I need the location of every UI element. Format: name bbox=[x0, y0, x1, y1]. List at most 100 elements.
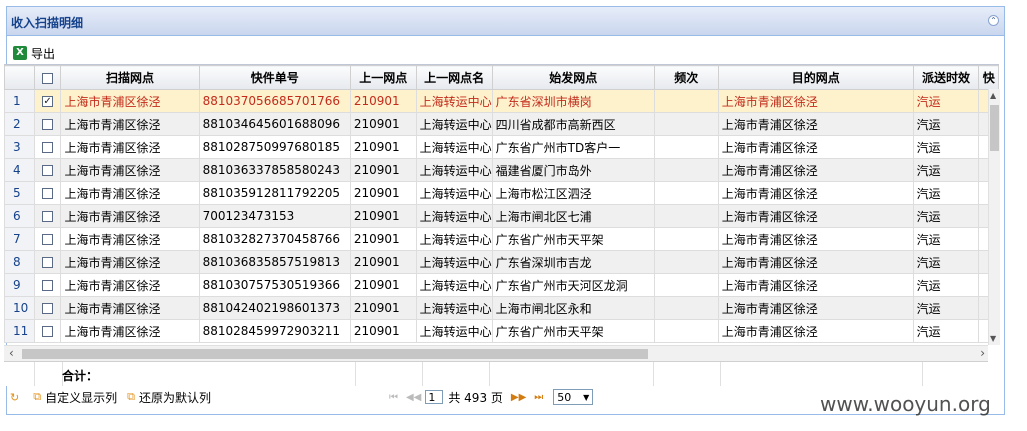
cell-prev: 210901 bbox=[349, 273, 417, 297]
custom-columns-button[interactable]: ⧉ 自定义显示列 bbox=[33, 389, 117, 406]
cell-origin: 广东省深圳市横岗 bbox=[491, 89, 655, 113]
row-checkbox[interactable] bbox=[33, 250, 62, 274]
table-row[interactable]: 7 上海市青浦区徐泾 881032827370458766 210901 上海转运中心广… bbox=[4, 227, 999, 251]
scroll-right-icon[interactable]: › bbox=[980, 346, 985, 360]
cell-prev: 210901 bbox=[349, 89, 417, 113]
vertical-scrollbar[interactable]: ▲ ▼ bbox=[988, 89, 1000, 345]
cell-time: 汽运 bbox=[912, 181, 980, 205]
last-page-icon[interactable]: ⏭ bbox=[534, 392, 543, 403]
table-row[interactable]: 8 上海市青浦区徐泾 881036835857519813 210901 上海转运中心广… bbox=[4, 250, 999, 274]
column-header[interactable]: 始发网点 bbox=[491, 65, 655, 90]
cell-waybill: 881036337858580243 bbox=[198, 158, 351, 182]
data-grid: 扫描网点 快件单号 上一网点 上一网点名 始发网点 频次 目的网点 派送时效 快… bbox=[4, 64, 999, 357]
prev-page-icon[interactable]: ◀◀ bbox=[406, 392, 421, 403]
row-checkbox[interactable]: ✓ bbox=[33, 89, 62, 113]
cell-prevname: 上海转运中心 bbox=[415, 204, 493, 228]
page-size-select[interactable]: 50 ▼ bbox=[553, 389, 594, 405]
cell-time: 汽运 bbox=[912, 112, 980, 136]
column-header[interactable]: 频次 bbox=[653, 65, 719, 90]
table-row[interactable]: 9 上海市青浦区徐泾 881030757530519366 210901 上海转运中心广… bbox=[4, 273, 999, 297]
scroll-thumb[interactable] bbox=[22, 349, 648, 359]
row-checkbox[interactable] bbox=[33, 135, 62, 159]
cell-time: 汽运 bbox=[912, 296, 980, 320]
cell-waybill: 700123473153 bbox=[198, 204, 351, 228]
row-checkbox[interactable] bbox=[33, 112, 62, 136]
cell-time: 汽运 bbox=[912, 227, 980, 251]
scroll-up-icon[interactable]: ▲ bbox=[990, 91, 996, 100]
export-button[interactable]: X 导出 bbox=[13, 45, 55, 61]
cell-origin: 广东省广州市TD客户一 bbox=[491, 135, 655, 159]
restore-columns-button[interactable]: ⧉ 还原为默认列 bbox=[127, 389, 211, 406]
row-number: 6 bbox=[4, 204, 35, 228]
table-row[interactable]: 3 上海市青浦区徐泾 881028750997680185 210901 上海转运中心广… bbox=[4, 135, 999, 159]
first-page-icon[interactable]: ⏮ bbox=[389, 392, 398, 403]
row-checkbox[interactable] bbox=[33, 273, 62, 297]
cell-prevname: 上海转运中心 bbox=[415, 250, 493, 274]
cell-freq bbox=[653, 135, 719, 159]
cell-prev: 210901 bbox=[349, 158, 417, 182]
cell-prevname: 上海转运中心 bbox=[415, 319, 493, 343]
cell-dest: 上海市青浦区徐泾 bbox=[717, 227, 914, 251]
table-row[interactable]: 10 上海市青浦区徐泾 881042402198601373 210901 上海转运中心… bbox=[4, 296, 999, 320]
column-header[interactable]: 快件单号 bbox=[198, 65, 351, 90]
table-row[interactable]: 6 上海市青浦区徐泾 700123473153 210901 上海转运中心 上海市闸北区七… bbox=[4, 204, 999, 228]
cell-dest: 上海市青浦区徐泾 bbox=[717, 273, 914, 297]
scroll-left-icon[interactable]: ‹ bbox=[9, 346, 14, 360]
cell-prev: 210901 bbox=[349, 296, 417, 320]
row-checkbox[interactable] bbox=[33, 158, 62, 182]
row-number: 3 bbox=[4, 135, 35, 159]
cell-scan: 上海市青浦区徐泾 bbox=[60, 296, 200, 320]
row-checkbox[interactable] bbox=[33, 227, 62, 251]
row-checkbox[interactable] bbox=[33, 319, 62, 343]
column-header[interactable]: 扫描网点 bbox=[60, 65, 200, 90]
page-number-input[interactable] bbox=[425, 390, 444, 404]
select-all-checkbox[interactable] bbox=[33, 65, 62, 90]
cell-freq bbox=[653, 296, 719, 320]
column-header[interactable]: 目的网点 bbox=[717, 65, 914, 90]
row-checkbox[interactable] bbox=[33, 296, 62, 320]
table-row[interactable]: 4 上海市青浦区徐泾 881036337858580243 210901 上海转运中心福… bbox=[4, 158, 999, 182]
cell-freq bbox=[653, 204, 719, 228]
row-checkbox[interactable] bbox=[33, 181, 62, 205]
row-number: 8 bbox=[4, 250, 35, 274]
horizontal-scrollbar[interactable]: ‹ › bbox=[4, 345, 988, 362]
table-row[interactable]: 1 ✓ 上海市青浦区徐泾 881037056685701766 210901 上海转运中心… bbox=[4, 89, 999, 113]
cell-dest: 上海市青浦区徐泾 bbox=[717, 181, 914, 205]
cell-prevname: 上海转运中心 bbox=[415, 158, 493, 182]
column-header[interactable]: 上一网点名 bbox=[415, 65, 493, 90]
cell-prevname: 上海转运中心 bbox=[415, 135, 493, 159]
cell-freq bbox=[653, 250, 719, 274]
cell-dest: 上海市青浦区徐泾 bbox=[717, 204, 914, 228]
table-row[interactable]: 11 上海市青浦区徐泾 881028459972903211 210901 上海转运中心… bbox=[4, 319, 999, 343]
cell-time: 汽运 bbox=[912, 89, 980, 113]
cell-freq bbox=[653, 273, 719, 297]
unchecked-icon bbox=[42, 257, 54, 268]
total-label: 合计： bbox=[62, 369, 99, 383]
cell-origin: 上海市松江区泗泾 bbox=[491, 181, 655, 205]
table-row[interactable]: 5 上海市青浦区徐泾 881035912811792205 210901 上海转运中心上… bbox=[4, 181, 999, 205]
column-header[interactable]: 上一网点 bbox=[349, 65, 417, 90]
row-checkbox[interactable] bbox=[33, 204, 62, 228]
column-header[interactable]: 派送时效 bbox=[912, 65, 980, 90]
scroll-thumb[interactable] bbox=[990, 105, 999, 151]
unchecked-icon bbox=[42, 211, 54, 222]
row-number: 11 bbox=[4, 319, 35, 343]
cell-scan: 上海市青浦区徐泾 bbox=[60, 204, 200, 228]
cell-dest: 上海市青浦区徐泾 bbox=[717, 319, 914, 343]
cell-prev: 210901 bbox=[349, 112, 417, 136]
next-page-icon[interactable]: ▶▶ bbox=[511, 392, 526, 403]
table-row[interactable]: 2 上海市青浦区徐泾 881034645601688096 210901 上海转运中心四… bbox=[4, 112, 999, 136]
scroll-down-icon[interactable]: ▼ bbox=[990, 334, 996, 343]
cell-time: 汽运 bbox=[912, 135, 980, 159]
cell-prev: 210901 bbox=[349, 204, 417, 228]
cell-waybill: 881028459972903211 bbox=[198, 319, 351, 343]
column-header[interactable]: 快 bbox=[978, 65, 999, 90]
refresh-icon[interactable]: ↻ bbox=[10, 391, 19, 404]
cell-scan: 上海市青浦区徐泾 bbox=[60, 158, 200, 182]
collapse-icon[interactable]: ⌃ bbox=[988, 15, 999, 26]
chevron-down-icon: ▼ bbox=[583, 392, 590, 402]
unchecked-icon bbox=[42, 326, 54, 337]
cell-dest: 上海市青浦区徐泾 bbox=[717, 135, 914, 159]
cell-prevname: 上海转运中心 bbox=[415, 296, 493, 320]
cell-scan: 上海市青浦区徐泾 bbox=[60, 135, 200, 159]
